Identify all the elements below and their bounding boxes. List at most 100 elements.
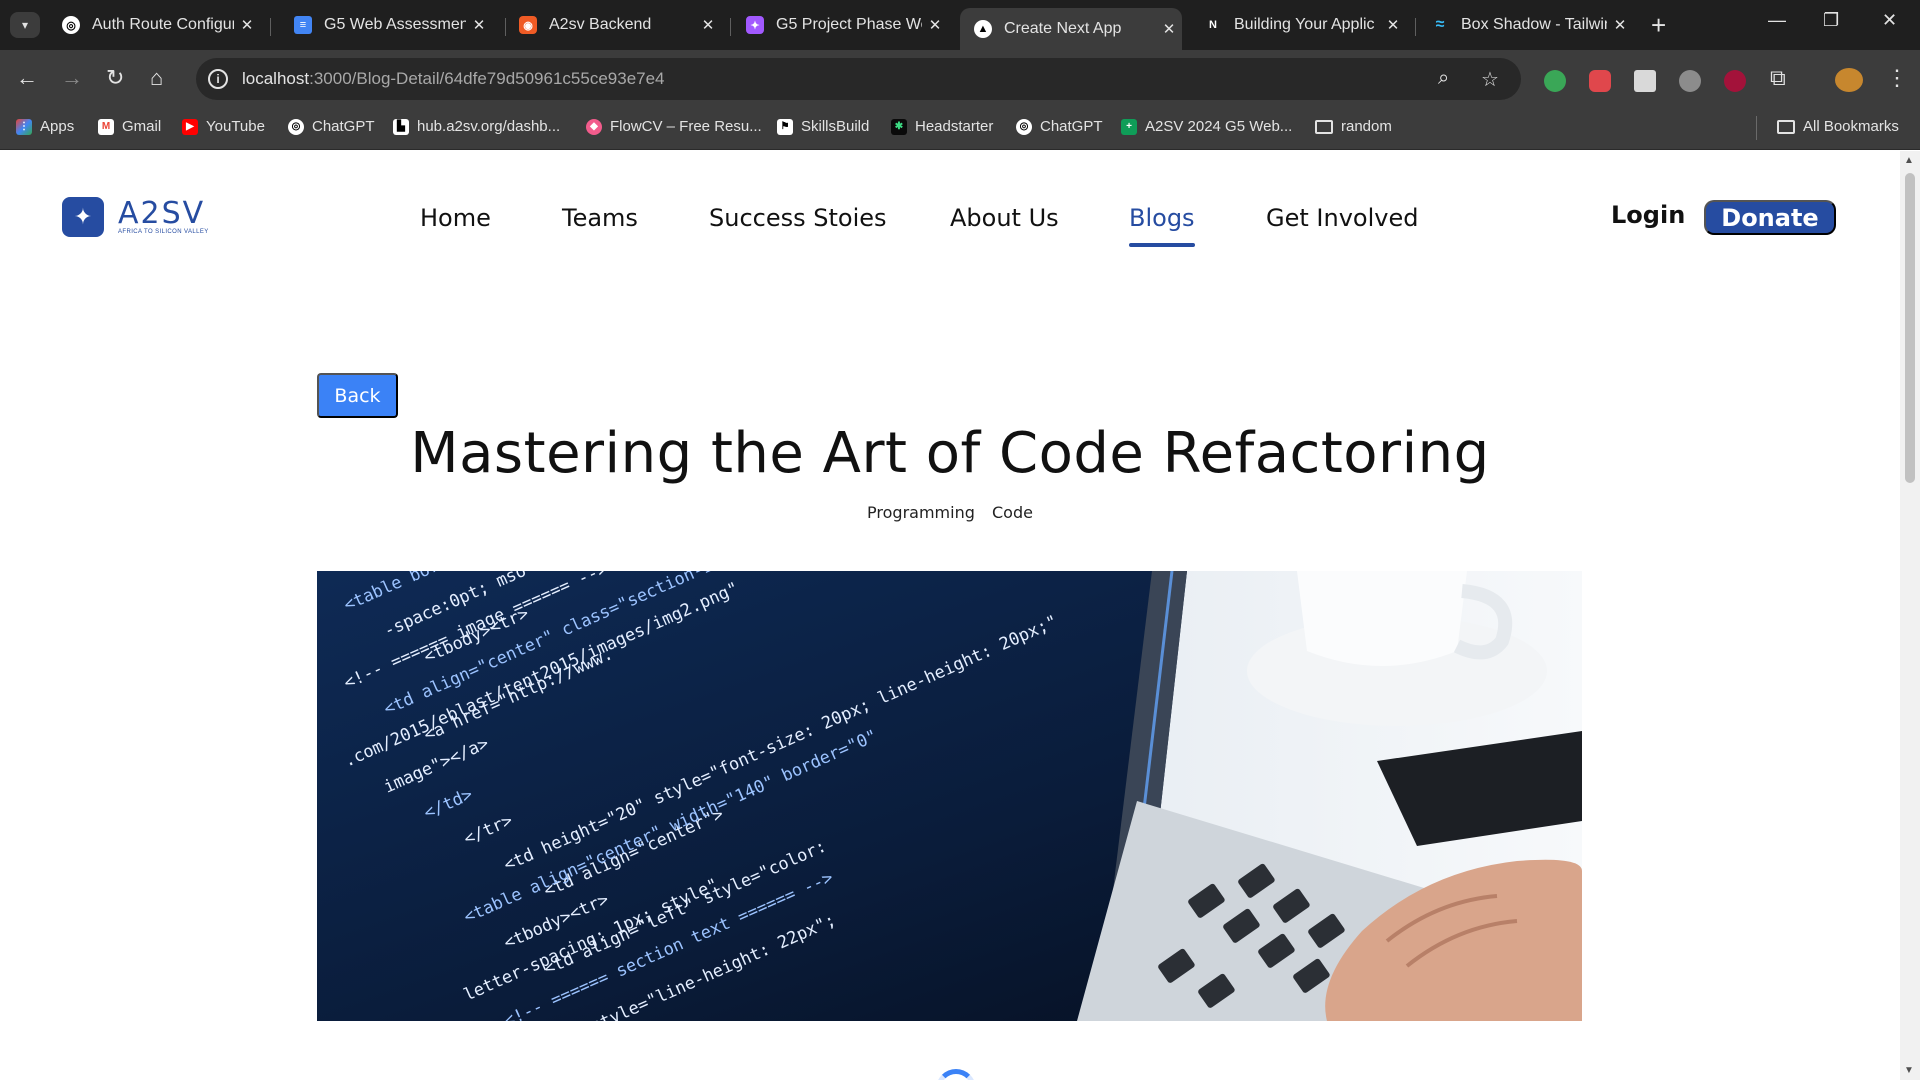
tab-auth-route[interactable]: ◎ Auth Route Configura ✕: [48, 8, 260, 42]
bookmark-label: A2SV 2024 G5 Web...: [1145, 118, 1293, 135]
notion-icon: N: [1209, 19, 1217, 31]
logo-name: A2SV: [118, 196, 206, 231]
bookmarks-divider: [1756, 116, 1757, 140]
a2sv-extension-icon[interactable]: [1634, 70, 1656, 92]
nav-get-involved[interactable]: Get Involved: [1266, 204, 1418, 232]
tab-title: Auth Route Configura: [92, 16, 234, 33]
blog-title: Mastering the Art of Code Refactoring: [410, 421, 1490, 486]
close-icon[interactable]: ✕: [234, 16, 260, 34]
chatgpt-icon: ◎: [288, 118, 304, 135]
back-arrow-icon[interactable]: ←: [16, 65, 38, 91]
extensions-puzzle-icon[interactable]: ⧉: [1770, 65, 1786, 91]
record-extension-icon[interactable]: [1724, 70, 1746, 92]
tab-create-next-app[interactable]: ▲ Create Next App ✕: [960, 8, 1182, 50]
page-scrollbar[interactable]: ▲ ▼: [1900, 151, 1920, 1080]
bookmark-gmail[interactable]: M Gmail: [98, 118, 161, 135]
scroll-thumb[interactable]: [1905, 173, 1915, 483]
shield-extension-icon[interactable]: [1589, 70, 1611, 92]
logo-text: A2SV AFRICA TO SILICON VALLEY: [118, 196, 209, 236]
menu-kebab-icon[interactable]: ⋮: [1886, 65, 1908, 91]
donate-button[interactable]: Donate: [1704, 200, 1836, 235]
tailwind-icon: ≈: [1435, 16, 1445, 33]
tag-code: Code: [991, 503, 1033, 522]
url-text[interactable]: localhost:3000/Blog-Detail/64dfe79d50961…: [242, 69, 665, 89]
minimize-icon[interactable]: —: [1768, 10, 1786, 31]
bookmark-label: random: [1341, 118, 1392, 135]
bookmark-hub[interactable]: ▙ hub.a2sv.org/dashb...: [393, 118, 560, 135]
figma-icon: ✦: [746, 16, 764, 34]
active-nav-indicator: [1129, 243, 1195, 247]
page-viewport: ✦ A2SV AFRICA TO SILICON VALLEY Home Tea…: [0, 151, 1900, 1080]
bookmark-label: Apps: [40, 118, 75, 135]
scroll-up-arrow-icon[interactable]: ▲: [1904, 155, 1914, 166]
bookmark-flowcv[interactable]: ◆ FlowCV – Free Resu...: [586, 118, 762, 135]
tab-search-button[interactable]: ▾: [10, 12, 40, 38]
tag-programming: Programming: [867, 503, 975, 522]
bookmark-label: Headstarter: [915, 118, 994, 135]
nav-about-us[interactable]: About Us: [950, 204, 1059, 232]
nav-blogs[interactable]: Blogs: [1129, 204, 1195, 232]
bookmark-label: Gmail: [122, 118, 162, 135]
bookmark-label: hub.a2sv.org/dashb...: [417, 118, 561, 135]
tab-project-phase[interactable]: ✦ G5 Project Phase We ✕: [732, 8, 948, 42]
site-info-icon[interactable]: i: [208, 69, 228, 89]
nextjs-icon: ▲: [974, 20, 992, 38]
extension-icon[interactable]: [1544, 70, 1566, 92]
logo-tagline: AFRICA TO SILICON VALLEY: [118, 229, 209, 235]
bookmark-apps[interactable]: ⋮ Apps: [16, 118, 74, 135]
nav-teams[interactable]: Teams: [562, 204, 638, 232]
login-link[interactable]: Login: [1611, 201, 1685, 229]
bookmark-youtube[interactable]: ▶ YouTube: [182, 118, 265, 135]
zoom-icon[interactable]: ⌕: [1438, 67, 1449, 90]
scroll-down-arrow-icon[interactable]: ▼: [1904, 1065, 1914, 1076]
tab-building-app[interactable]: N Building Your Applic ✕: [1190, 8, 1406, 42]
globe-extension-icon[interactable]: [1679, 70, 1701, 92]
bookmark-folder-random[interactable]: random: [1315, 118, 1392, 135]
close-icon[interactable]: ✕: [466, 16, 492, 34]
close-icon[interactable]: ✕: [695, 16, 721, 34]
tab-title: A2sv Backend: [549, 16, 652, 33]
tab-box-shadow[interactable]: ≈ Box Shadow - Tailwin ✕: [1417, 8, 1633, 42]
back-button[interactable]: Back: [317, 373, 398, 418]
reload-icon[interactable]: ↻: [106, 65, 124, 91]
folder-icon: [1315, 119, 1333, 134]
bookmark-chatgpt-2[interactable]: ◎ ChatGPT: [1016, 118, 1103, 135]
bookmark-headstarter[interactable]: ✱ Headstarter: [891, 118, 993, 135]
site-logo[interactable]: ✦ A2SV AFRICA TO SILICON VALLEY: [62, 197, 209, 237]
docs-icon: ≡: [294, 16, 312, 34]
laptop-code-illustration: <table border="0" width-space:0pt; mso-t…: [317, 571, 1582, 1021]
africa-map-icon: ✦: [62, 197, 104, 237]
nav-success-stories[interactable]: Success Stoies: [709, 204, 887, 232]
blog-tags: Programming Code: [0, 503, 1900, 522]
chatgpt-icon: ◎: [62, 16, 80, 34]
all-bookmarks[interactable]: All Bookmarks: [1777, 118, 1899, 135]
tab-title: G5 Project Phase We: [776, 16, 922, 33]
headstarter-icon: ✱: [891, 118, 907, 135]
tab-title: G5 Web Assessment: [324, 16, 466, 33]
chatgpt-icon: ◎: [1016, 118, 1032, 135]
loading-spinner: [936, 1069, 976, 1080]
folder-icon: [1777, 119, 1795, 134]
bookmark-skillsbuild[interactable]: ⚑ SkillsBuild: [777, 118, 869, 135]
close-window-icon[interactable]: ✕: [1882, 10, 1897, 31]
flowcv-icon: ◆: [586, 118, 602, 135]
profile-avatar[interactable]: [1835, 68, 1863, 92]
bookmark-a2sv-sheet[interactable]: + A2SV 2024 G5 Web...: [1121, 118, 1292, 135]
close-icon[interactable]: ✕: [1607, 16, 1633, 34]
close-icon[interactable]: ✕: [1380, 16, 1406, 34]
address-bar[interactable]: i localhost:3000/Blog-Detail/64dfe79d509…: [196, 58, 1521, 100]
close-icon[interactable]: ✕: [922, 16, 948, 34]
nav-home[interactable]: Home: [420, 204, 491, 232]
tab-web-assessment[interactable]: ≡ G5 Web Assessment ✕: [280, 8, 492, 42]
bookmark-label: ChatGPT: [1040, 118, 1103, 135]
forward-arrow-icon[interactable]: →: [61, 65, 83, 91]
bookmark-chatgpt[interactable]: ◎ ChatGPT: [288, 118, 375, 135]
new-tab-button[interactable]: +: [1651, 10, 1666, 41]
bookmark-star-icon[interactable]: ☆: [1481, 67, 1499, 92]
close-icon[interactable]: ✕: [1156, 20, 1182, 38]
tab-a2sv-backend[interactable]: ◉ A2sv Backend ✕: [505, 8, 721, 42]
bookmark-label: YouTube: [206, 118, 265, 135]
sheets-icon: +: [1121, 118, 1137, 135]
home-icon[interactable]: ⌂: [150, 65, 163, 91]
restore-icon[interactable]: ❐: [1823, 10, 1839, 31]
